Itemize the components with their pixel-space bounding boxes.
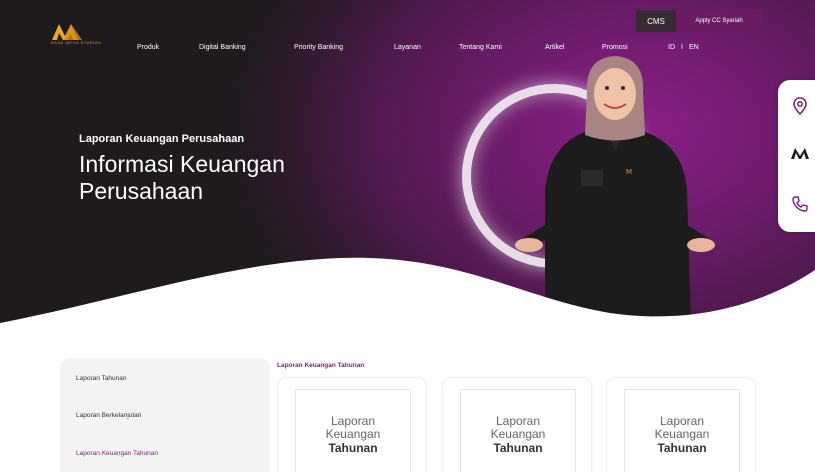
floating-side-dock (778, 80, 815, 232)
top-utility-bar: CMS Apply CC Syariah (636, 10, 762, 32)
language-switcher: ID I EN (668, 44, 699, 51)
hero-subtitle: Laporan Keuangan Perusahaan (79, 133, 245, 145)
lang-id-link[interactable]: ID (668, 44, 675, 51)
card-text-line3: Tahunan (328, 441, 378, 455)
phone-icon[interactable] (790, 194, 810, 214)
report-card-thumbnail[interactable]: Laporan Keuangan Tahunan (460, 389, 576, 472)
nav-item-digital-banking[interactable]: Digital Banking (199, 44, 246, 51)
cms-button[interactable]: CMS (636, 10, 676, 32)
lang-separator: I (681, 44, 683, 51)
page-title: Informasi Keuangan Perusahaan (79, 151, 285, 204)
report-card: Laporan Keuangan Tahunan (277, 377, 427, 472)
nav-item-promosi[interactable]: Promosi (602, 44, 628, 51)
card-text-line3: Tahunan (657, 441, 707, 455)
nav-item-tentang-kami[interactable]: Tentang Kami (459, 44, 502, 51)
card-text-line2: Keuangan (325, 427, 381, 441)
nav-item-artikel[interactable]: Artikel (545, 44, 564, 51)
nav-item-priority-banking[interactable]: Priority Banking (294, 44, 343, 51)
brand-m-icon[interactable] (790, 144, 810, 164)
report-card-thumbnail[interactable]: Laporan Keuangan Tahunan (295, 389, 411, 472)
sidebar-nav: Laporan Tahunan Laporan Berkelanjutan La… (60, 358, 270, 472)
lang-en-link[interactable]: EN (689, 44, 699, 51)
sidebar-item-laporan-keuangan-tahunan[interactable]: Laporan Keuangan Tahunan (76, 450, 158, 457)
nav-item-layanan[interactable]: Layanan (394, 44, 421, 51)
sidebar-item-laporan-berkelanjutan[interactable]: Laporan Berkelanjutan (76, 412, 141, 419)
report-card-thumbnail[interactable]: Laporan Keuangan Tahunan (624, 389, 740, 472)
sidebar-item-laporan-tahunan[interactable]: Laporan Tahunan (76, 375, 126, 382)
report-card: Laporan Keuangan Tahunan (606, 377, 756, 472)
location-pin-icon[interactable] (790, 96, 810, 116)
apply-cc-button[interactable]: Apply CC Syariah (676, 10, 762, 32)
section-title: Laporan Keuangan Tahunan (277, 362, 365, 369)
hero-banner: M CMS Apply CC Syariah BANK MEGA SYARIAH… (0, 0, 815, 330)
card-text-line2: Keuangan (490, 427, 546, 441)
card-text-line2: Keuangan (654, 427, 710, 441)
card-text-line3: Tahunan (493, 441, 543, 455)
nav-item-produk[interactable]: Produk (137, 44, 159, 51)
report-card: Laporan Keuangan Tahunan (442, 377, 592, 472)
